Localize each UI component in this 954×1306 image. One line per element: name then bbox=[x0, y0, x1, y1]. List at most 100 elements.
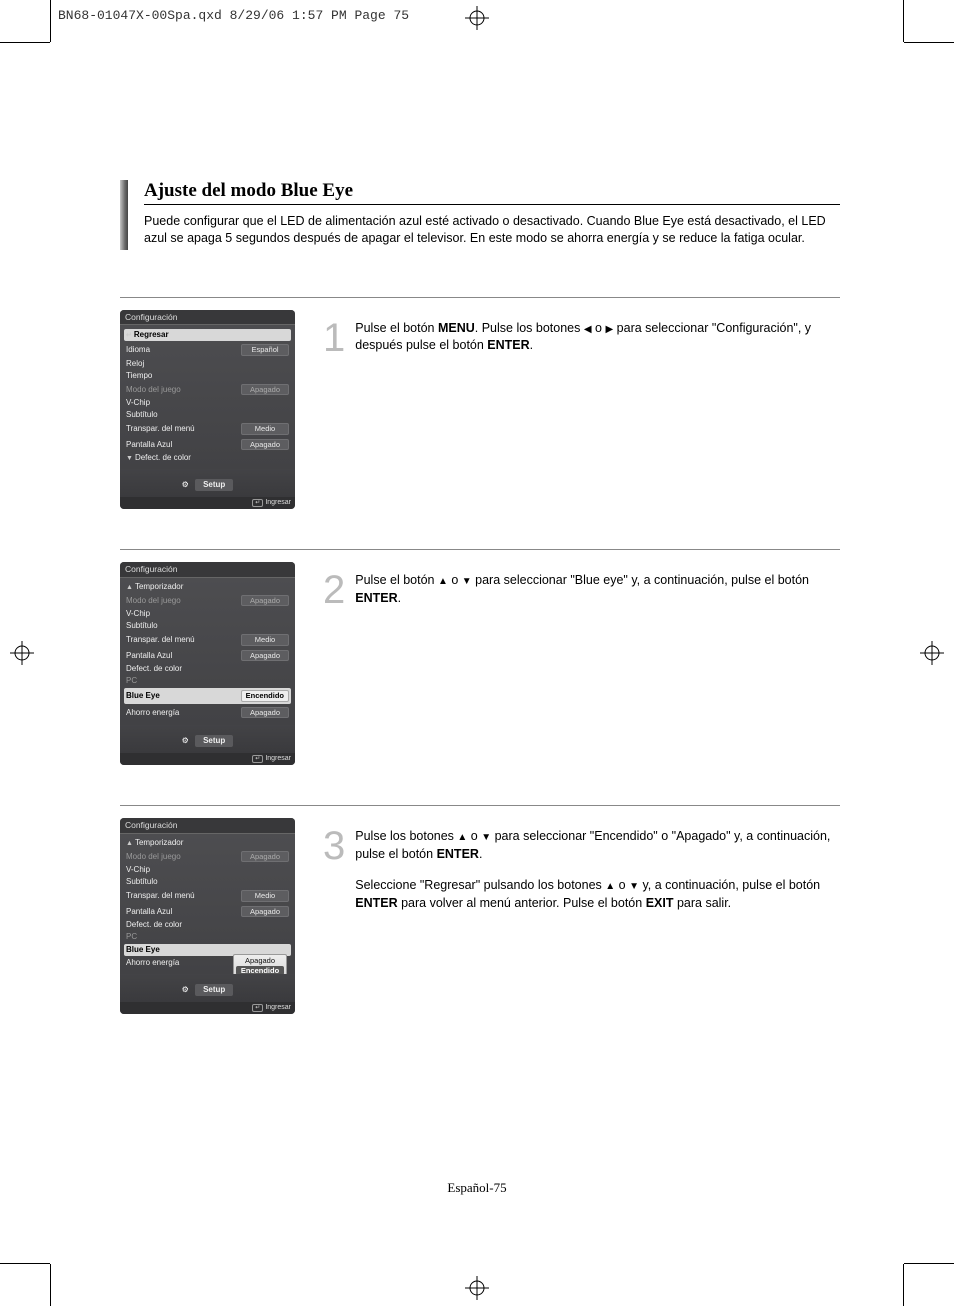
osd-item-vchip: V-Chip bbox=[126, 399, 150, 407]
osd-value-ahorro: Apagado bbox=[241, 707, 289, 719]
osd-value-pantalla-azul: Apagado bbox=[241, 650, 289, 662]
registration-mark-icon bbox=[465, 1276, 489, 1300]
osd-item-subtitulo: Subtítulo bbox=[126, 622, 158, 630]
osd-hint: ↵Ingresar bbox=[120, 1002, 295, 1014]
osd-hint: ↵Ingresar bbox=[120, 497, 295, 509]
down-arrow-icon: ▼ bbox=[481, 831, 491, 845]
osd-item-reloj: Reloj bbox=[126, 360, 144, 368]
osd-item-pc: PC bbox=[126, 677, 137, 685]
registration-mark-icon bbox=[920, 641, 944, 665]
osd-title: Configuración bbox=[120, 818, 295, 834]
osd-item-modo-juego: Modo del juego bbox=[126, 386, 181, 394]
osd-item-pantalla-azul: Pantalla Azul bbox=[126, 908, 172, 916]
osd-item-temporizador: ▲Temporizador bbox=[126, 583, 183, 591]
osd-item-blue-eye: Blue Eye bbox=[126, 946, 160, 954]
popup-option-apagado: Apagado bbox=[236, 956, 284, 966]
osd-item-pc: PC bbox=[126, 933, 137, 941]
up-arrow-icon: ▲ bbox=[457, 831, 467, 845]
osd-value-idioma: Español bbox=[241, 344, 289, 356]
osd-item-transpar: Transpar. del menú bbox=[126, 425, 195, 433]
osd-screenshot-3: Configuración ▲Temporizador Modo del jue… bbox=[120, 818, 295, 1014]
registration-mark-icon bbox=[10, 641, 34, 665]
return-icon: ↵ bbox=[126, 332, 132, 339]
osd-item-idioma: Idioma bbox=[126, 346, 150, 354]
osd-value-modo-juego: Apagado bbox=[241, 595, 289, 607]
osd-item-regresar: ↵Regresar bbox=[126, 331, 169, 339]
up-arrow-icon: ▲ bbox=[438, 575, 448, 589]
registration-mark-icon bbox=[465, 6, 489, 30]
osd-title: Configuración bbox=[120, 310, 295, 326]
up-arrow-icon: ▲ bbox=[605, 880, 615, 894]
left-arrow-icon: ◀ bbox=[584, 323, 592, 337]
osd-item-vchip: V-Chip bbox=[126, 610, 150, 618]
osd-item-modo-juego: Modo del juego bbox=[126, 853, 181, 861]
crop-mark bbox=[50, 0, 51, 42]
page-title: Ajuste del modo Blue Eye bbox=[144, 180, 840, 205]
osd-item-transpar: Transpar. del menú bbox=[126, 636, 195, 644]
gear-icon: ⚙ bbox=[182, 481, 189, 489]
crop-mark bbox=[904, 42, 954, 43]
osd-screenshot-2: Configuración ▲Temporizador Modo del jue… bbox=[120, 562, 295, 765]
chevron-up-icon: ▲ bbox=[126, 584, 133, 591]
osd-item-modo-juego: Modo del juego bbox=[126, 597, 181, 605]
osd-footer: ⚙ Setup bbox=[120, 725, 295, 753]
step-text-2: Pulse el botón ▲ o ▼ para seleccionar "B… bbox=[355, 572, 840, 765]
osd-item-defect-color: Defect. de color bbox=[126, 921, 182, 929]
chevron-up-icon: ▲ bbox=[126, 840, 133, 847]
crop-mark bbox=[904, 1263, 954, 1264]
osd-value-pantalla-azul: Apagado bbox=[241, 906, 289, 918]
step-number-2: 2 bbox=[323, 572, 345, 765]
step-number-3: 3 bbox=[323, 828, 345, 1014]
gear-icon: ⚙ bbox=[182, 986, 189, 994]
page-content: Ajuste del modo Blue Eye Puede configura… bbox=[120, 180, 840, 1054]
down-arrow-icon: ▼ bbox=[629, 880, 639, 894]
step-text-1: Pulse el botón MENU. Pulse los botones ◀… bbox=[355, 320, 840, 510]
crop-mark bbox=[50, 1264, 51, 1306]
crop-mark bbox=[0, 1263, 50, 1264]
osd-item-subtitulo: Subtítulo bbox=[126, 411, 158, 419]
print-header: BN68-01047X-00Spa.qxd 8/29/06 1:57 PM Pa… bbox=[58, 8, 409, 23]
osd-footer-label: Setup bbox=[195, 735, 233, 747]
osd-value-transpar: Medio bbox=[241, 423, 289, 435]
osd-value-pantalla-azul: Apagado bbox=[241, 439, 289, 451]
osd-footer: ⚙ Setup bbox=[120, 469, 295, 497]
intro-paragraph: Puede configurar que el LED de alimentac… bbox=[144, 213, 840, 247]
page-footer: Español-75 bbox=[447, 1180, 506, 1196]
osd-item-defect-color: ▼Defect. de color bbox=[126, 454, 191, 462]
osd-hint: ↵Ingresar bbox=[120, 753, 295, 765]
osd-item-ahorro: Ahorro energía bbox=[126, 709, 179, 717]
step-1: Configuración ↵Regresar Idioma Español Re… bbox=[120, 297, 840, 510]
gear-icon: ⚙ bbox=[182, 737, 189, 745]
osd-item-ahorro: Ahorro energía bbox=[126, 959, 179, 967]
enter-icon: ↵ bbox=[252, 499, 263, 507]
osd-value-modo-juego: Apagado bbox=[241, 384, 289, 396]
crop-mark bbox=[903, 1264, 904, 1306]
title-accent-bar bbox=[120, 180, 128, 250]
osd-value-modo-juego: Apagado bbox=[241, 851, 289, 863]
osd-item-blue-eye: Blue Eye bbox=[126, 692, 160, 700]
osd-item-transpar: Transpar. del menú bbox=[126, 892, 195, 900]
step-2: Configuración ▲Temporizador Modo del jue… bbox=[120, 549, 840, 765]
osd-item-defect-color: Defect. de color bbox=[126, 665, 182, 673]
osd-item-subtitulo: Subtítulo bbox=[126, 878, 158, 886]
osd-title: Configuración bbox=[120, 562, 295, 578]
title-block: Ajuste del modo Blue Eye Puede configura… bbox=[120, 180, 840, 247]
osd-item-vchip: V-Chip bbox=[126, 866, 150, 874]
chevron-down-icon: ▼ bbox=[126, 455, 133, 462]
step-3: Configuración ▲Temporizador Modo del jue… bbox=[120, 805, 840, 1014]
osd-item-temporizador: ▲Temporizador bbox=[126, 839, 183, 847]
osd-footer-label: Setup bbox=[195, 984, 233, 996]
osd-value-transpar: Medio bbox=[241, 890, 289, 902]
osd-item-tiempo: Tiempo bbox=[126, 372, 152, 380]
down-arrow-icon: ▼ bbox=[462, 575, 472, 589]
step-text-3: Pulse los botones ▲ o ▼ para seleccionar… bbox=[355, 828, 840, 1014]
enter-icon: ↵ bbox=[252, 1004, 263, 1012]
enter-icon: ↵ bbox=[252, 755, 263, 763]
osd-footer: ⚙ Setup bbox=[120, 974, 295, 1002]
crop-mark bbox=[903, 0, 904, 42]
step-number-1: 1 bbox=[323, 320, 345, 510]
crop-mark bbox=[0, 42, 50, 43]
osd-item-pantalla-azul: Pantalla Azul bbox=[126, 441, 172, 449]
osd-item-pantalla-azul: Pantalla Azul bbox=[126, 652, 172, 660]
osd-value-transpar: Medio bbox=[241, 634, 289, 646]
